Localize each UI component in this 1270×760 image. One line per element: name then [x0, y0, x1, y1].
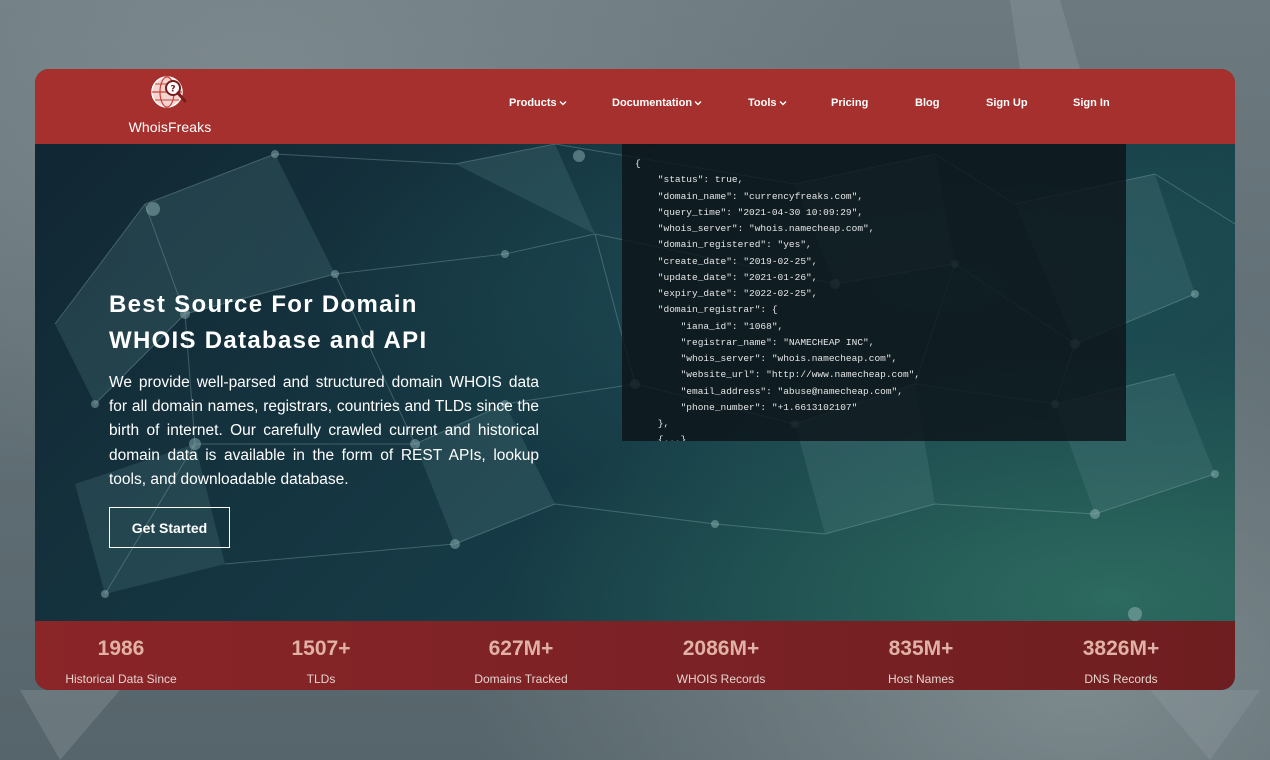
code-line: { — [635, 158, 641, 169]
stat-item: 1507+ TLDs — [221, 621, 421, 690]
stat-item: 835M+ Host Names — [821, 621, 1021, 690]
stat-value: 627M+ — [488, 637, 554, 660]
chevron-down-icon — [779, 101, 787, 106]
api-response-sample: { "status": true, "domain_name": "curren… — [622, 144, 1126, 441]
code-line: "website_url": "http://www.namecheap.com… — [635, 369, 921, 381]
stat-value: 835M+ — [888, 637, 954, 660]
get-started-button[interactable]: Get Started — [109, 507, 230, 548]
hero-title: Best Source For Domain WHOIS Database an… — [109, 287, 569, 359]
stat-label: Historical Data Since — [65, 672, 177, 686]
nav-sign-in-label: Sign In — [1073, 97, 1110, 109]
nav-tools[interactable]: Tools — [748, 97, 788, 109]
code-line: "phone_number": "+1.6613102107" — [635, 401, 858, 413]
code-line: "create_date": "2019-02-25", — [635, 255, 818, 267]
stat-label: DNS Records — [1084, 672, 1158, 686]
nav-sign-up-label: Sign Up — [986, 97, 1028, 109]
nav-pricing[interactable]: Pricing — [831, 97, 868, 109]
stat-label: TLDs — [306, 672, 336, 686]
code-line: "domain_registered": "yes", — [635, 239, 812, 251]
stats-bar: 1986 Historical Data Since 1507+ TLDs 627M+ D… — [35, 621, 1235, 690]
stat-item: 627M+ Domains Tracked — [421, 621, 621, 690]
nav-products-label: Products — [509, 97, 557, 109]
nav-pricing-label: Pricing — [831, 97, 869, 109]
nav-products[interactable]: Products — [509, 97, 568, 109]
nav-sign-in[interactable]: Sign In — [1073, 97, 1110, 109]
hero-description: We provide well-parsed and structured do… — [109, 374, 539, 488]
nav-tools-label: Tools — [748, 97, 777, 109]
nav-documentation[interactable]: Documentation — [612, 97, 703, 109]
main-nav: Products Documentation Tools Pricing Blo… — [35, 69, 1235, 144]
code-line: "update_date": "2021-01-26", — [635, 271, 818, 283]
code-line: "query_time": "2021-04-30 10:09:29", — [635, 206, 864, 218]
hero-section: { "status": true, "domain_name": "curren… — [35, 144, 1235, 621]
code-line: "registrar_name": "NAMECHEAP INC", — [635, 336, 875, 348]
hero-title-line-2: WHOIS Database and API — [109, 327, 428, 354]
code-line: "email_address": "abuse@namecheap.com", — [635, 385, 903, 397]
stat-value: 3826M+ — [1082, 637, 1160, 660]
code-line: "domain_name": "currencyfreaks.com", — [635, 190, 864, 202]
code-line: "status": true, — [635, 174, 744, 186]
code-line: }, — [635, 418, 670, 429]
stat-item: 2086M+ WHOIS Records — [621, 621, 821, 690]
browser-viewport: ? WhoisFreaks Products Documentation Too… — [35, 69, 1235, 690]
code-line: "domain_registrar": { — [635, 304, 778, 316]
stat-item: 1986 Historical Data Since — [35, 621, 221, 690]
nav-blog[interactable]: Blog — [915, 97, 939, 109]
code-line: {...} — [635, 434, 687, 441]
chevron-down-icon — [559, 101, 567, 106]
site-header: ? WhoisFreaks Products Documentation Too… — [35, 69, 1235, 144]
nav-documentation-label: Documentation — [612, 97, 693, 109]
code-lines: { "status": true, "domain_name": "curren… — [635, 156, 920, 441]
nav-blog-label: Blog — [915, 97, 940, 109]
code-line: "whois_server": "whois.namecheap.com", — [635, 223, 875, 234]
stat-item: 3826M+ DNS Records — [1021, 621, 1221, 690]
stat-label: Host Names — [887, 672, 955, 686]
stat-value: 2086M+ — [682, 637, 760, 660]
code-line: "expiry_date": "2022-02-25", — [635, 288, 818, 299]
stat-value: 1507+ — [291, 637, 351, 660]
code-line: "whois_server": "whois.namecheap.com", — [635, 353, 898, 364]
stat-value: 1986 — [97, 637, 145, 660]
nav-sign-up[interactable]: Sign Up — [986, 97, 1028, 109]
hero-title-line-1: Best Source For Domain — [109, 291, 418, 318]
code-line: "iana_id": "1068", — [635, 320, 784, 332]
stat-label: Domains Tracked — [474, 672, 568, 686]
stat-label: WHOIS Records — [676, 672, 766, 686]
chevron-down-icon — [694, 101, 702, 106]
